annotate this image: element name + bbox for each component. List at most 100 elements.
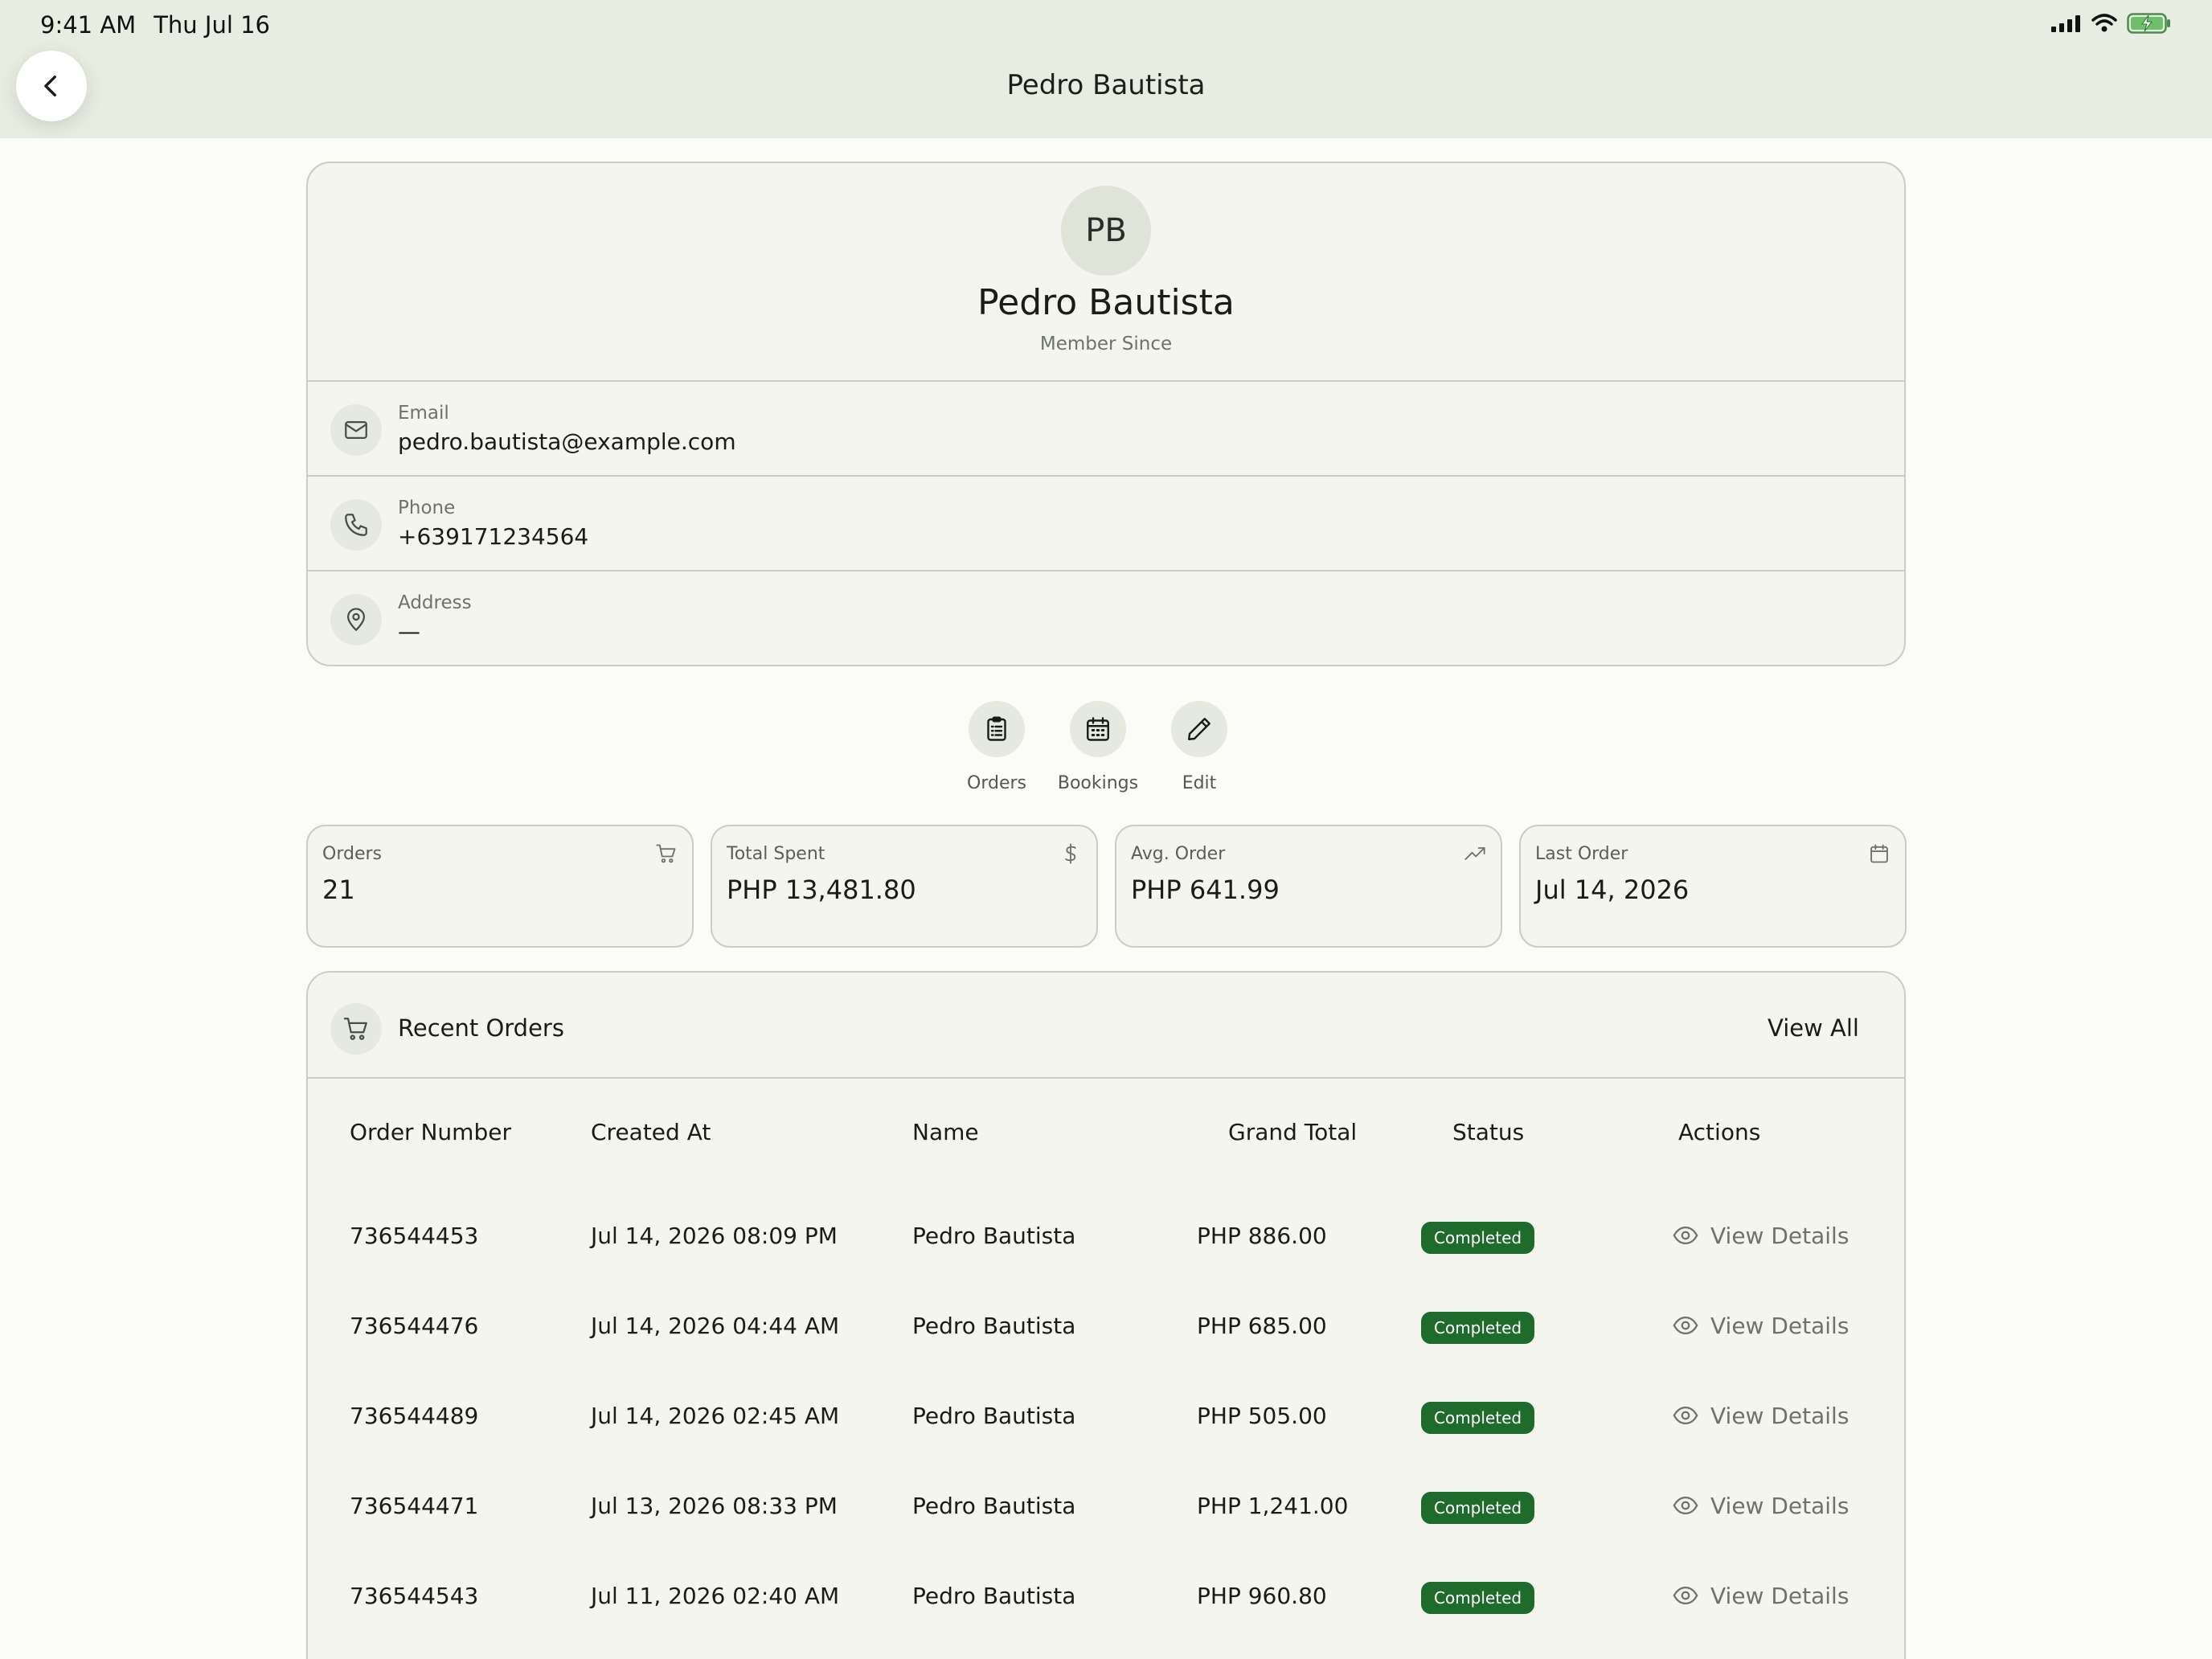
dollar-icon <box>1065 843 1076 864</box>
pencil-icon <box>1171 701 1227 757</box>
created-at-cell: Jul 14, 2026 02:45 AM <box>591 1403 840 1429</box>
map-pin-icon <box>330 594 382 645</box>
stat-label: Last Order <box>1535 844 1628 864</box>
calendar-icon <box>1070 701 1126 757</box>
edit-action-label: Edit <box>1182 773 1217 793</box>
view-details-label: View Details <box>1710 1222 1849 1249</box>
stat-card-last-order: Last Order Jul 14, 2026 <box>1519 825 1907 948</box>
table-row: 736544453 Jul 14, 2026 08:09 PM Pedro Ba… <box>308 1220 1904 1310</box>
recent-orders-card: Recent Orders View All Order Number Crea… <box>306 971 1906 1659</box>
signal-icon <box>2051 15 2080 32</box>
view-details-button[interactable]: View Details <box>1672 1312 1849 1339</box>
table-row: 736544543 Jul 11, 2026 02:40 AM Pedro Ba… <box>308 1580 1904 1659</box>
edit-action-button[interactable]: Edit <box>1167 701 1231 793</box>
created-at-cell: Jul 14, 2026 04:44 AM <box>591 1313 840 1339</box>
eye-icon <box>1673 1406 1698 1425</box>
battery-charging-icon <box>2127 13 2170 34</box>
grand-total-cell: PHP 960.80 <box>1197 1583 1327 1609</box>
recent-orders-header: Recent Orders View All <box>308 973 1904 1079</box>
created-at-cell: Jul 14, 2026 08:09 PM <box>591 1223 838 1249</box>
stat-value: 21 <box>322 875 355 905</box>
table-row: 736544476 Jul 14, 2026 04:44 AM Pedro Ba… <box>308 1310 1904 1400</box>
view-details-button[interactable]: View Details <box>1672 1582 1849 1609</box>
stat-label: Total Spent <box>727 844 825 864</box>
cart-icon <box>656 844 676 863</box>
stat-card-avg-order: Avg. Order PHP 641.99 <box>1115 825 1502 948</box>
avatar: PB <box>1061 186 1151 276</box>
address-label: Address <box>398 592 472 613</box>
status-badge: Completed <box>1421 1582 1535 1614</box>
status-time: 9:41 AM <box>40 11 137 39</box>
status-bar-time: 9:41 AM Thu Jul 16 <box>40 11 270 39</box>
view-details-label: View Details <box>1710 1312 1849 1339</box>
status-badge: Completed <box>1421 1222 1535 1254</box>
phone-label: Phone <box>398 498 456 518</box>
view-details-button[interactable]: View Details <box>1672 1222 1849 1249</box>
view-details-label: View Details <box>1710 1492 1849 1519</box>
calendar-icon <box>1870 844 1888 863</box>
eye-icon <box>1673 1316 1698 1335</box>
view-details-button[interactable]: View Details <box>1672 1402 1849 1429</box>
bookings-action-label: Bookings <box>1057 773 1139 793</box>
address-row: Address — <box>308 571 1904 665</box>
clipboard-list-icon <box>969 701 1025 757</box>
created-at-cell: Jul 11, 2026 02:40 AM <box>591 1583 840 1609</box>
name-cell: Pedro Bautista <box>912 1403 1076 1429</box>
orders-action-label: Orders <box>967 773 1026 793</box>
column-header-grand-total: Grand Total <box>1228 1119 1358 1145</box>
action-buttons: Orders Bookings Edit <box>965 701 1231 793</box>
order-number-cell: 736544471 <box>350 1493 479 1519</box>
order-number-cell: 736544489 <box>350 1403 479 1429</box>
view-details-label: View Details <box>1710 1402 1849 1429</box>
column-header-name: Name <box>912 1119 979 1145</box>
view-all-link[interactable]: View All <box>1768 1014 1859 1042</box>
column-header-status: Status <box>1452 1119 1525 1145</box>
stat-value: Jul 14, 2026 <box>1535 875 1690 905</box>
order-number-cell: 736544543 <box>350 1583 479 1609</box>
grand-total-cell: PHP 1,241.00 <box>1197 1493 1349 1519</box>
top-bar: 9:41 AM Thu Jul 16 Pedro Bautista <box>0 0 2212 138</box>
name-cell: Pedro Bautista <box>912 1583 1076 1609</box>
name-cell: Pedro Bautista <box>912 1313 1076 1339</box>
status-badge: Completed <box>1421 1312 1535 1344</box>
phone-value[interactable]: +639171234564 <box>398 523 588 550</box>
email-value[interactable]: pedro.bautista@example.com <box>398 428 736 455</box>
stat-value: PHP 641.99 <box>1131 875 1280 905</box>
view-details-button[interactable]: View Details <box>1672 1492 1849 1519</box>
wifi-icon <box>2091 14 2117 32</box>
table-row: 736544489 Jul 14, 2026 02:45 AM Pedro Ba… <box>308 1400 1904 1490</box>
member-since-label: Member Since <box>1039 334 1173 354</box>
status-badge: Completed <box>1421 1492 1535 1524</box>
stat-value: PHP 13,481.80 <box>727 875 916 905</box>
stat-card-orders: Orders 21 <box>306 825 694 948</box>
eye-icon <box>1673 1496 1698 1515</box>
grand-total-cell: PHP 886.00 <box>1197 1223 1327 1249</box>
phone-row: Phone +639171234564 <box>308 477 1904 571</box>
orders-action-button[interactable]: Orders <box>965 701 1029 793</box>
email-label: Email <box>398 403 449 424</box>
status-bar-icons <box>2051 13 2172 34</box>
order-number-cell: 736544453 <box>350 1223 479 1249</box>
table-row: 736544471 Jul 13, 2026 08:33 PM Pedro Ba… <box>308 1490 1904 1580</box>
column-header-created-at: Created At <box>591 1119 711 1145</box>
status-date: Thu Jul 16 <box>154 11 271 39</box>
status-badge: Completed <box>1421 1402 1535 1434</box>
name-cell: Pedro Bautista <box>912 1493 1076 1519</box>
profile-header: PB Pedro Bautista Member Since <box>308 163 1904 382</box>
bookings-action-button[interactable]: Bookings <box>1058 701 1138 793</box>
view-details-label: View Details <box>1710 1582 1849 1609</box>
grand-total-cell: PHP 685.00 <box>1197 1313 1327 1339</box>
order-number-cell: 736544476 <box>350 1313 479 1339</box>
grand-total-cell: PHP 505.00 <box>1197 1403 1327 1429</box>
cart-icon <box>330 1003 382 1055</box>
phone-icon <box>330 499 382 551</box>
stat-card-total-spent: Total Spent PHP 13,481.80 <box>711 825 1098 948</box>
stat-label: Avg. Order <box>1131 844 1226 864</box>
column-header-order-number: Order Number <box>350 1119 511 1145</box>
page-title: Pedro Bautista <box>1006 69 1206 101</box>
profile-card: PB Pedro Bautista Member Since Email ped… <box>306 162 1906 666</box>
email-row: Email pedro.bautista@example.com <box>308 382 1904 477</box>
trending-up-icon <box>1464 847 1485 860</box>
created-at-cell: Jul 13, 2026 08:33 PM <box>591 1493 838 1519</box>
name-cell: Pedro Bautista <box>912 1223 1076 1249</box>
